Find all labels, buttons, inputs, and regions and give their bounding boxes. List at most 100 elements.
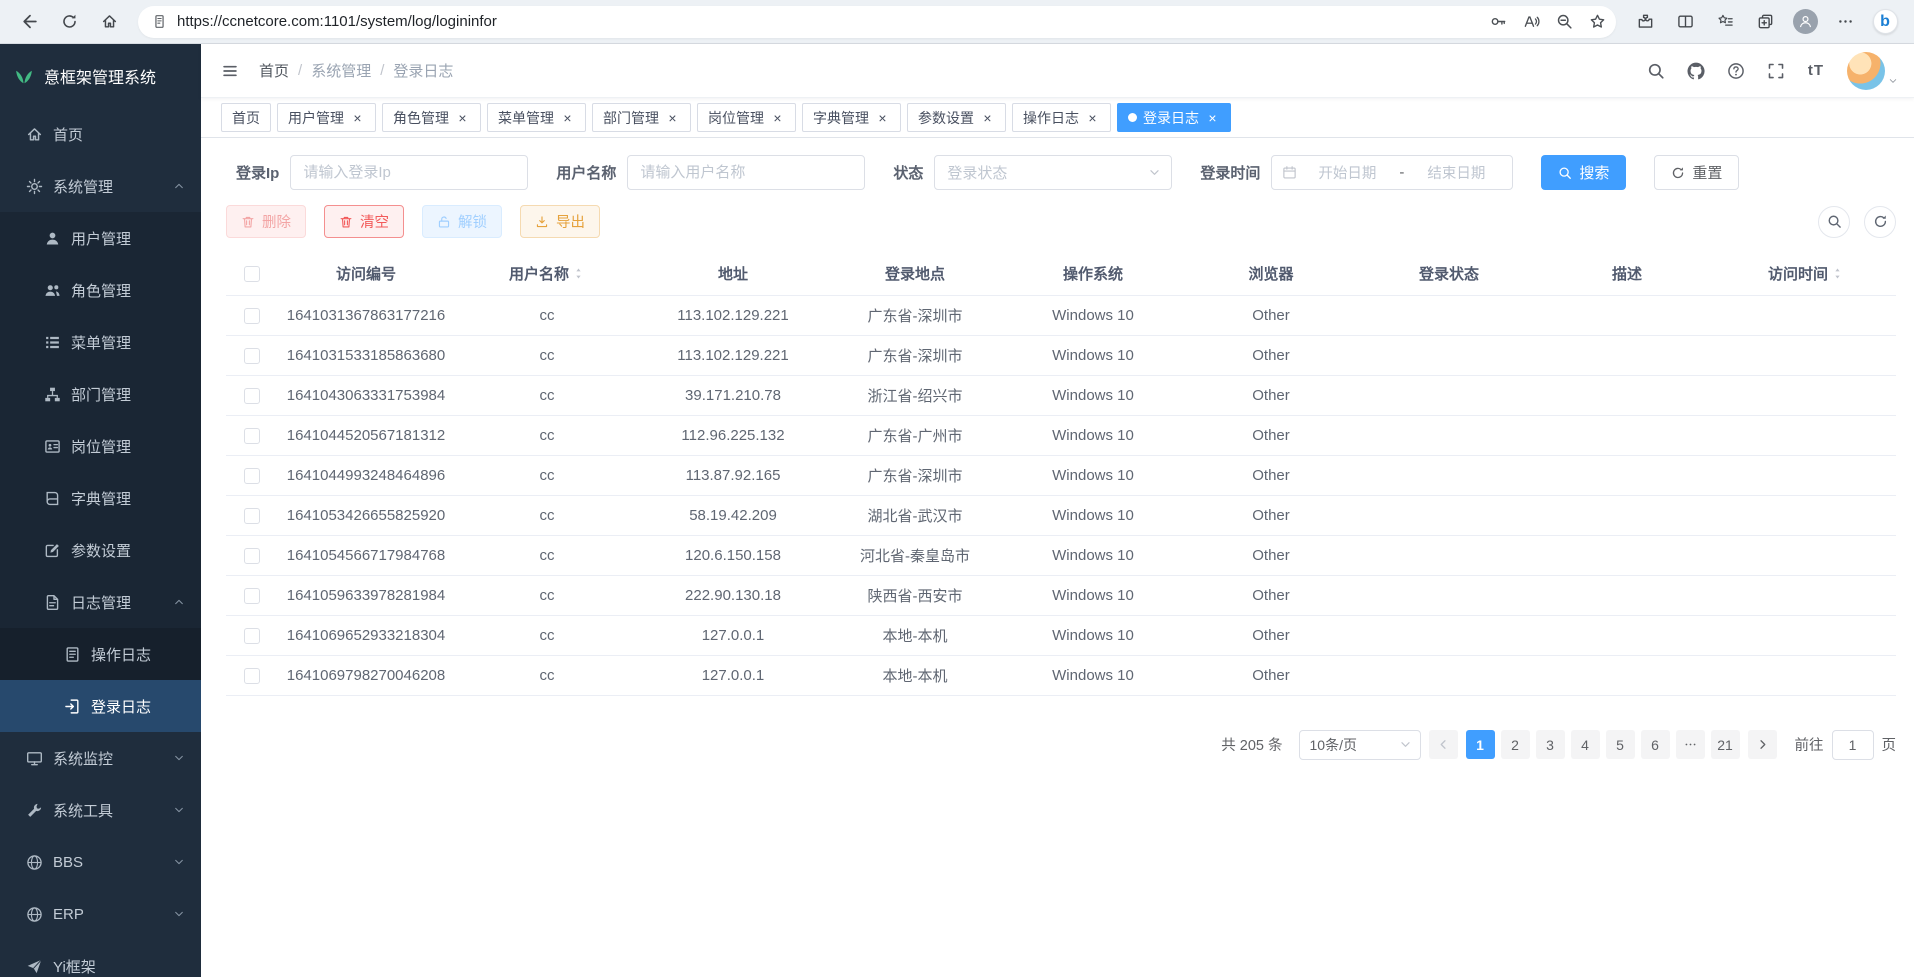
page-size-select[interactable]: 10条/页: [1299, 730, 1421, 760]
sidebar-item[interactable]: ERP: [0, 888, 201, 940]
extensions-button[interactable]: [1626, 5, 1664, 39]
sidebar-item[interactable]: 操作日志: [0, 628, 201, 680]
sidebar-item[interactable]: 登录日志: [0, 680, 201, 732]
browser-home-button[interactable]: [90, 5, 128, 39]
sidebar-item[interactable]: 用户管理: [0, 212, 201, 264]
export-button[interactable]: 导出: [520, 205, 600, 238]
zoom-out-icon[interactable]: [1556, 13, 1573, 30]
page-number-button[interactable]: 2: [1501, 730, 1530, 759]
page-number-button[interactable]: 3: [1536, 730, 1565, 759]
sidebar-item[interactable]: 系统管理: [0, 160, 201, 212]
sidebar-item[interactable]: 角色管理: [0, 264, 201, 316]
ip-filter-input[interactable]: [290, 155, 528, 190]
browser-back-button[interactable]: [10, 5, 48, 39]
unlock-button[interactable]: 解锁: [422, 205, 502, 238]
collapse-sidebar-button[interactable]: [211, 52, 249, 90]
page-number-button[interactable]: 5: [1606, 730, 1635, 759]
column-header[interactable]: 用户名称: [454, 252, 640, 295]
goto-page-input[interactable]: [1832, 730, 1874, 760]
sidebar-item[interactable]: 岗位管理: [0, 420, 201, 472]
password-key-icon[interactable]: [1490, 13, 1507, 30]
next-page-button[interactable]: [1748, 730, 1777, 759]
split-screen-button[interactable]: [1666, 5, 1704, 39]
tab[interactable]: 岗位管理 ×: [697, 103, 796, 132]
close-icon[interactable]: ×: [455, 110, 470, 125]
sidebar-item[interactable]: Yi框架: [0, 940, 201, 977]
tab[interactable]: 字典管理 ×: [802, 103, 901, 132]
collections-button[interactable]: [1746, 5, 1784, 39]
user-avatar[interactable]: [1847, 52, 1898, 90]
sidebar-item[interactable]: 字典管理: [0, 472, 201, 524]
toggle-search-button[interactable]: [1818, 206, 1850, 238]
prev-page-button[interactable]: [1429, 730, 1458, 759]
close-icon[interactable]: ×: [350, 110, 365, 125]
clear-button[interactable]: 清空: [324, 205, 404, 238]
delete-button[interactable]: 删除: [226, 205, 306, 238]
search-button[interactable]: 搜索: [1541, 155, 1626, 190]
favorites-button[interactable]: [1706, 5, 1744, 39]
row-checkbox[interactable]: [244, 668, 260, 684]
github-button[interactable]: [1677, 52, 1715, 90]
row-checkbox[interactable]: [244, 348, 260, 364]
status-filter-select[interactable]: 登录状态: [934, 155, 1172, 190]
row-checkbox[interactable]: [244, 548, 260, 564]
close-icon[interactable]: ×: [770, 110, 785, 125]
page-number-button[interactable]: 1: [1466, 730, 1495, 759]
row-checkbox[interactable]: [244, 388, 260, 404]
favorite-star-icon[interactable]: [1589, 13, 1606, 30]
header-search-button[interactable]: [1637, 52, 1675, 90]
sidebar-item[interactable]: 参数设置: [0, 524, 201, 576]
browser-menu-button[interactable]: [1826, 5, 1864, 39]
row-checkbox[interactable]: [244, 428, 260, 444]
reset-button[interactable]: 重置: [1654, 155, 1739, 190]
tab[interactable]: 菜单管理 ×: [487, 103, 586, 132]
page-number-button[interactable]: 21: [1711, 730, 1740, 759]
browser-profile-button[interactable]: [1786, 5, 1824, 39]
sidebar-item[interactable]: 首页: [0, 108, 201, 160]
close-icon[interactable]: ×: [665, 110, 680, 125]
user-filter-input[interactable]: [627, 155, 865, 190]
row-checkbox[interactable]: [244, 468, 260, 484]
breadcrumb-item[interactable]: 首页: [259, 60, 289, 81]
sidebar-item[interactable]: 日志管理: [0, 576, 201, 628]
sort-icon[interactable]: [572, 266, 585, 281]
row-checkbox[interactable]: [244, 588, 260, 604]
row-checkbox[interactable]: [244, 508, 260, 524]
tab[interactable]: 部门管理 ×: [592, 103, 691, 132]
sort-icon[interactable]: [1831, 266, 1844, 281]
close-icon[interactable]: ×: [1205, 110, 1220, 125]
tab[interactable]: 用户管理 ×: [277, 103, 376, 132]
address-bar[interactable]: https://ccnetcore.com:1101/system/log/lo…: [138, 6, 1616, 38]
sidebar-item[interactable]: 系统工具: [0, 784, 201, 836]
row-checkbox[interactable]: [244, 628, 260, 644]
sidebar-item[interactable]: 部门管理: [0, 368, 201, 420]
help-button[interactable]: [1717, 52, 1755, 90]
site-info-icon[interactable]: [152, 14, 167, 29]
select-all-checkbox[interactable]: [244, 266, 260, 282]
close-icon[interactable]: ×: [1085, 110, 1100, 125]
sidebar-item[interactable]: 系统监控: [0, 732, 201, 784]
font-size-button[interactable]: tT: [1797, 52, 1835, 90]
page-number-button[interactable]: 6: [1641, 730, 1670, 759]
bing-chat-button[interactable]: b: [1866, 5, 1904, 39]
tab[interactable]: 角色管理 ×: [382, 103, 481, 132]
tab[interactable]: 操作日志 ×: [1012, 103, 1111, 132]
row-checkbox[interactable]: [244, 308, 260, 324]
fullscreen-button[interactable]: [1757, 52, 1795, 90]
page-number-button[interactable]: 4: [1571, 730, 1600, 759]
sidebar-item[interactable]: BBS: [0, 836, 201, 888]
close-icon[interactable]: ×: [560, 110, 575, 125]
breadcrumb-item[interactable]: 系统管理: [311, 60, 371, 81]
tab[interactable]: 登录日志 ×: [1117, 103, 1231, 132]
login-time-range-picker[interactable]: 开始日期 - 结束日期: [1271, 155, 1513, 190]
refresh-table-button[interactable]: [1864, 206, 1896, 238]
close-icon[interactable]: ×: [980, 110, 995, 125]
browser-refresh-button[interactable]: [50, 5, 88, 39]
column-header[interactable]: 访问时间: [1716, 252, 1896, 295]
sidebar-item[interactable]: 菜单管理: [0, 316, 201, 368]
tab[interactable]: 参数设置 ×: [907, 103, 1006, 132]
more-pages-button[interactable]: [1676, 730, 1705, 759]
close-icon[interactable]: ×: [875, 110, 890, 125]
tab[interactable]: 首页: [221, 103, 271, 132]
read-aloud-icon[interactable]: [1523, 13, 1540, 30]
